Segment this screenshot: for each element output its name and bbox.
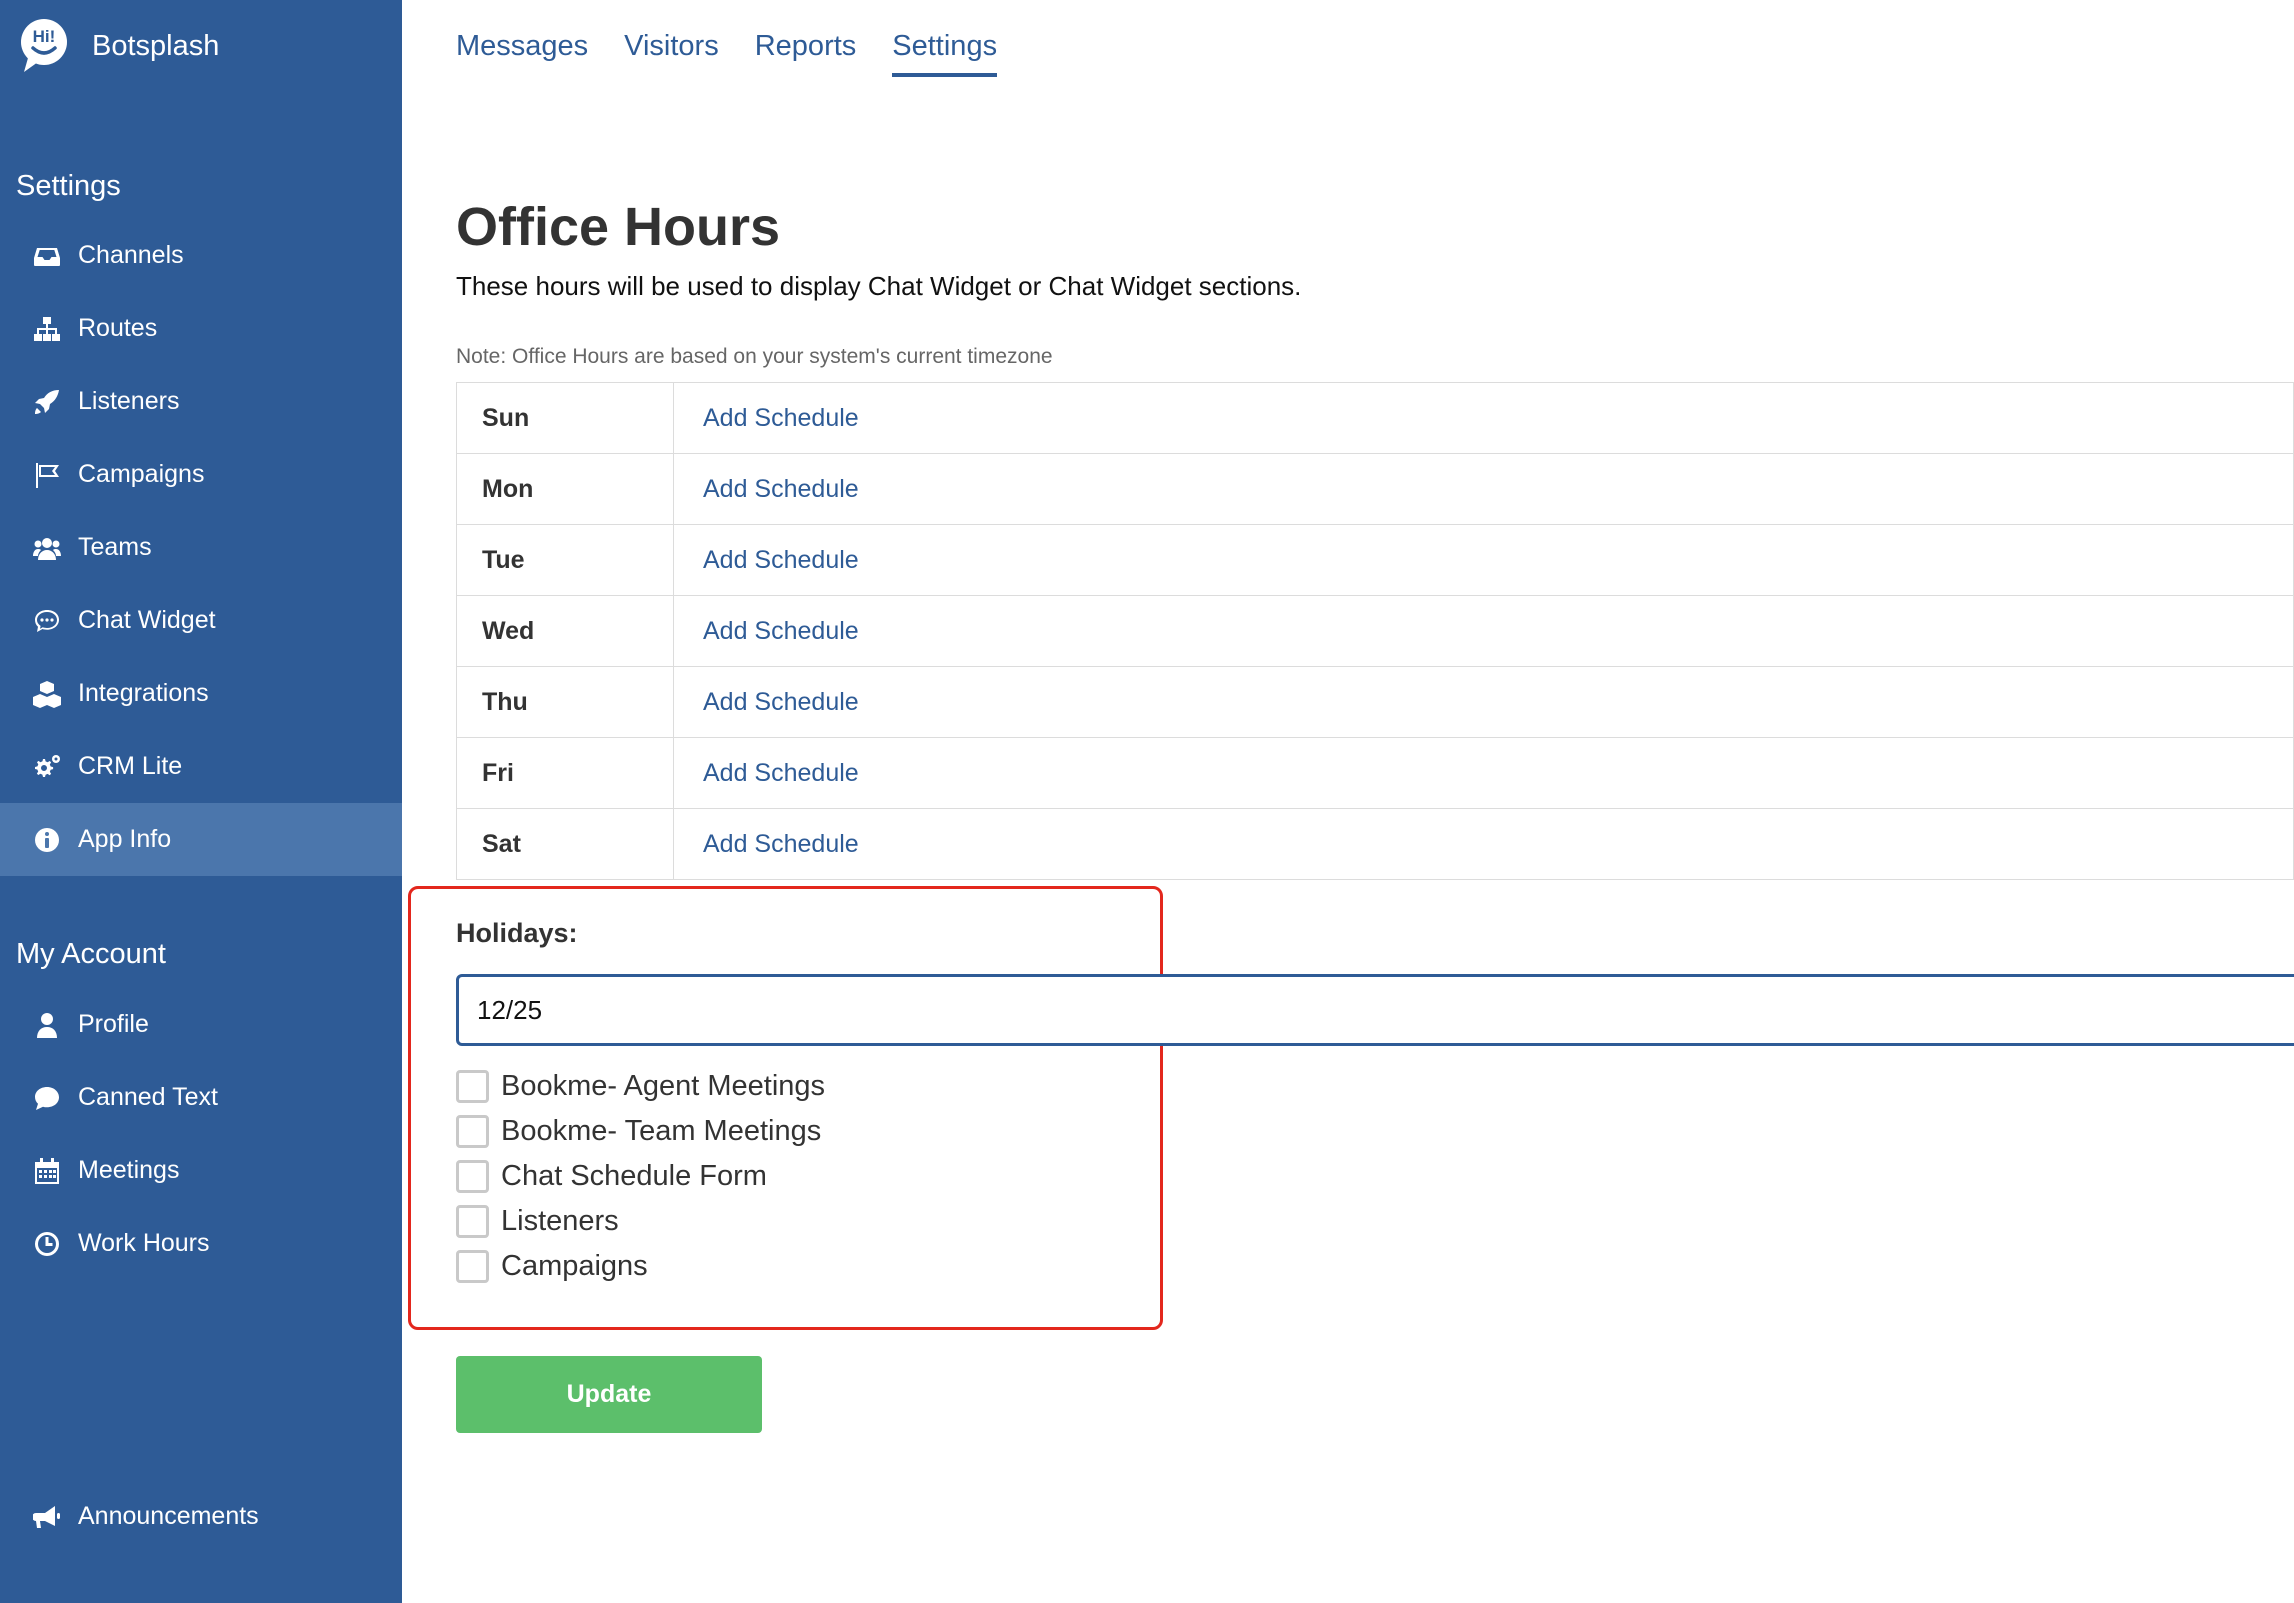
day-label: Fri [456,737,674,809]
sidebar-item-teams[interactable]: Teams [0,511,402,584]
table-row: Sun Add Schedule [456,382,2294,454]
sidebar-item-crm-lite[interactable]: CRM Lite [0,730,402,803]
table-row: Fri Add Schedule [456,737,2294,809]
checkbox-label: Campaigns [501,1250,648,1282]
holiday-applies-to-list: Bookme- Agent Meetings Bookme- Team Meet… [456,1064,825,1289]
user-icon [32,1010,62,1040]
comment-icon [32,1083,62,1113]
checkbox-campaigns[interactable]: Campaigns [456,1244,825,1289]
checkbox-bookme-agent-meetings[interactable]: Bookme- Agent Meetings [456,1064,825,1109]
timezone-note: Note: Office Hours are based on your sys… [456,345,1053,368]
chat-bubble-icon [32,606,62,636]
checkbox[interactable] [456,1250,489,1283]
day-label: Thu [456,666,674,738]
sidebar-item-label: Chat Widget [78,606,216,634]
sidebar-item-chat-widget[interactable]: Chat Widget [0,584,402,657]
checkbox-listeners[interactable]: Listeners [456,1199,825,1244]
checkbox[interactable] [456,1205,489,1238]
add-schedule-link[interactable]: Add Schedule [703,830,859,858]
sidebar-item-label: App Info [78,825,172,853]
sidebar-item-label: Work Hours [78,1229,210,1257]
table-row: Mon Add Schedule [456,453,2294,525]
day-label: Wed [456,595,674,667]
day-label: Sat [456,808,674,880]
svg-text:Hi!: Hi! [33,27,56,46]
brand[interactable]: Hi! Botsplash [18,18,219,74]
add-schedule-link[interactable]: Add Schedule [703,688,859,716]
checkbox-label: Bookme- Agent Meetings [501,1070,826,1102]
add-schedule-link[interactable]: Add Schedule [703,546,859,574]
checkbox[interactable] [456,1115,489,1148]
office-hours-table: Sun Add Schedule Mon Add Schedule Tue Ad… [456,382,2294,880]
sidebar-item-label: Teams [78,533,152,561]
table-row: Wed Add Schedule [456,595,2294,667]
sidebar-item-label: CRM Lite [78,752,183,780]
checkbox-label: Chat Schedule Form [501,1160,767,1192]
sidebar-item-label: Channels [78,241,184,269]
megaphone-icon [32,1502,62,1532]
tab-visitors[interactable]: Visitors [624,30,719,77]
sidebar-item-label: Integrations [78,679,209,707]
sidebar-item-app-info[interactable]: App Info [0,803,402,876]
users-icon [32,533,62,563]
my-account-section-title: My Account [16,938,166,970]
checkbox[interactable] [456,1160,489,1193]
sidebar-item-canned-text[interactable]: Canned Text [0,1061,402,1134]
inbox-icon [32,241,62,271]
checkbox[interactable] [456,1070,489,1103]
sidebar-item-label: Announcements [78,1502,259,1530]
sidebar-item-campaigns[interactable]: Campaigns [0,438,402,511]
botsplash-logo-icon: Hi! [21,19,67,72]
sidebar-item-announcements[interactable]: Announcements [0,1480,402,1553]
cubes-icon [32,679,62,709]
sidebar-item-integrations[interactable]: Integrations [0,657,402,730]
top-nav: Messages Visitors Reports Settings [456,30,1033,77]
table-row: Thu Add Schedule [456,666,2294,738]
add-schedule-link[interactable]: Add Schedule [703,759,859,787]
tab-reports[interactable]: Reports [755,30,857,77]
sidebar-item-label: Canned Text [78,1083,218,1111]
cogs-icon [32,752,62,782]
sidebar-item-channels[interactable]: Channels [0,219,402,292]
sidebar-item-label: Campaigns [78,460,205,488]
table-row: Tue Add Schedule [456,524,2294,596]
holidays-input[interactable] [456,974,2294,1046]
sidebar-item-meetings[interactable]: Meetings [0,1134,402,1207]
holidays-label: Holidays: [456,918,578,948]
sidebar-item-label: Listeners [78,387,180,415]
tab-messages[interactable]: Messages [456,30,588,77]
add-schedule-link[interactable]: Add Schedule [703,404,859,432]
update-button[interactable]: Update [456,1356,762,1433]
sidebar-item-work-hours[interactable]: Work Hours [0,1207,402,1280]
info-circle-icon [32,825,62,855]
sidebar-item-label: Routes [78,314,158,342]
page-title: Office Hours [456,197,781,257]
sidebar-item-profile[interactable]: Profile [0,988,402,1061]
sidebar-item-listeners[interactable]: Listeners [0,365,402,438]
page-subtitle: These hours will be used to display Chat… [456,271,1302,301]
clock-icon [32,1229,62,1259]
add-schedule-link[interactable]: Add Schedule [703,617,859,645]
sidebar-item-label: Meetings [78,1156,180,1184]
rocket-icon [32,387,62,417]
checkbox-chat-schedule-form[interactable]: Chat Schedule Form [456,1154,825,1199]
sidebar-item-routes[interactable]: Routes [0,292,402,365]
day-label: Mon [456,453,674,525]
calendar-icon [32,1156,62,1186]
day-label: Tue [456,524,674,596]
checkbox-label: Listeners [501,1205,619,1237]
checkbox-bookme-team-meetings[interactable]: Bookme- Team Meetings [456,1109,825,1154]
brand-name: Botsplash [92,29,220,62]
checkbox-label: Bookme- Team Meetings [501,1115,822,1147]
day-label: Sun [456,382,674,454]
sidebar: Hi! Botsplash Settings Channels Routes L… [0,0,402,1603]
add-schedule-link[interactable]: Add Schedule [703,475,859,503]
sitemap-icon [32,314,62,344]
tab-settings[interactable]: Settings [892,30,998,77]
table-row: Sat Add Schedule [456,808,2294,880]
sidebar-item-label: Profile [78,1010,149,1038]
flag-icon [32,460,62,490]
settings-section-title: Settings [16,170,121,202]
